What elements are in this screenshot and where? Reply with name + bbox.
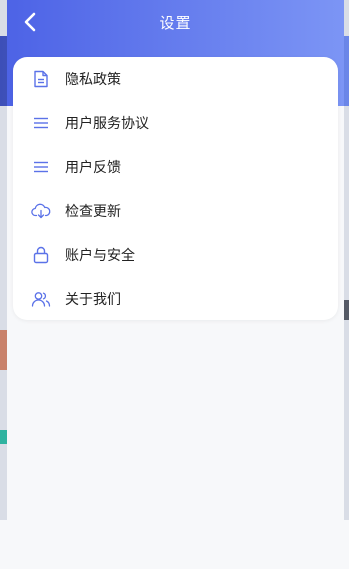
- background-edge-mark: [344, 300, 349, 320]
- menu-item-check-update[interactable]: 检查更新: [13, 189, 338, 233]
- menu-item-label: 用户反馈: [65, 160, 121, 176]
- menu-item-label: 隐私政策: [65, 72, 121, 88]
- background-edge-image: [0, 330, 7, 370]
- settings-screen: 设置 隐私政策 用户服务协议 用户反馈 检查更新 账户与安全 关于我们: [7, 0, 344, 569]
- users-icon: [31, 289, 51, 309]
- menu-item-about-us[interactable]: 关于我们: [13, 277, 338, 321]
- menu-item-account-security[interactable]: 账户与安全: [13, 233, 338, 277]
- menu-item-label: 关于我们: [65, 292, 121, 308]
- lines-icon: [31, 157, 51, 177]
- lines-icon: [31, 113, 51, 133]
- menu-item-label: 账户与安全: [65, 248, 135, 264]
- menu-item-service-agreement[interactable]: 用户服务协议: [13, 101, 338, 145]
- background-edge-badge: [0, 430, 7, 444]
- menu-item-feedback[interactable]: 用户反馈: [13, 145, 338, 189]
- menu-item-label: 检查更新: [65, 204, 121, 220]
- cloud-download-icon: [31, 201, 51, 221]
- lock-icon: [31, 245, 51, 265]
- menu-item-privacy-policy[interactable]: 隐私政策: [13, 57, 338, 101]
- menu-item-label: 用户服务协议: [65, 116, 149, 132]
- document-icon: [31, 69, 51, 89]
- settings-card: 隐私政策 用户服务协议 用户反馈 检查更新 账户与安全 关于我们: [13, 57, 338, 320]
- page-title: 设置: [159, 14, 192, 32]
